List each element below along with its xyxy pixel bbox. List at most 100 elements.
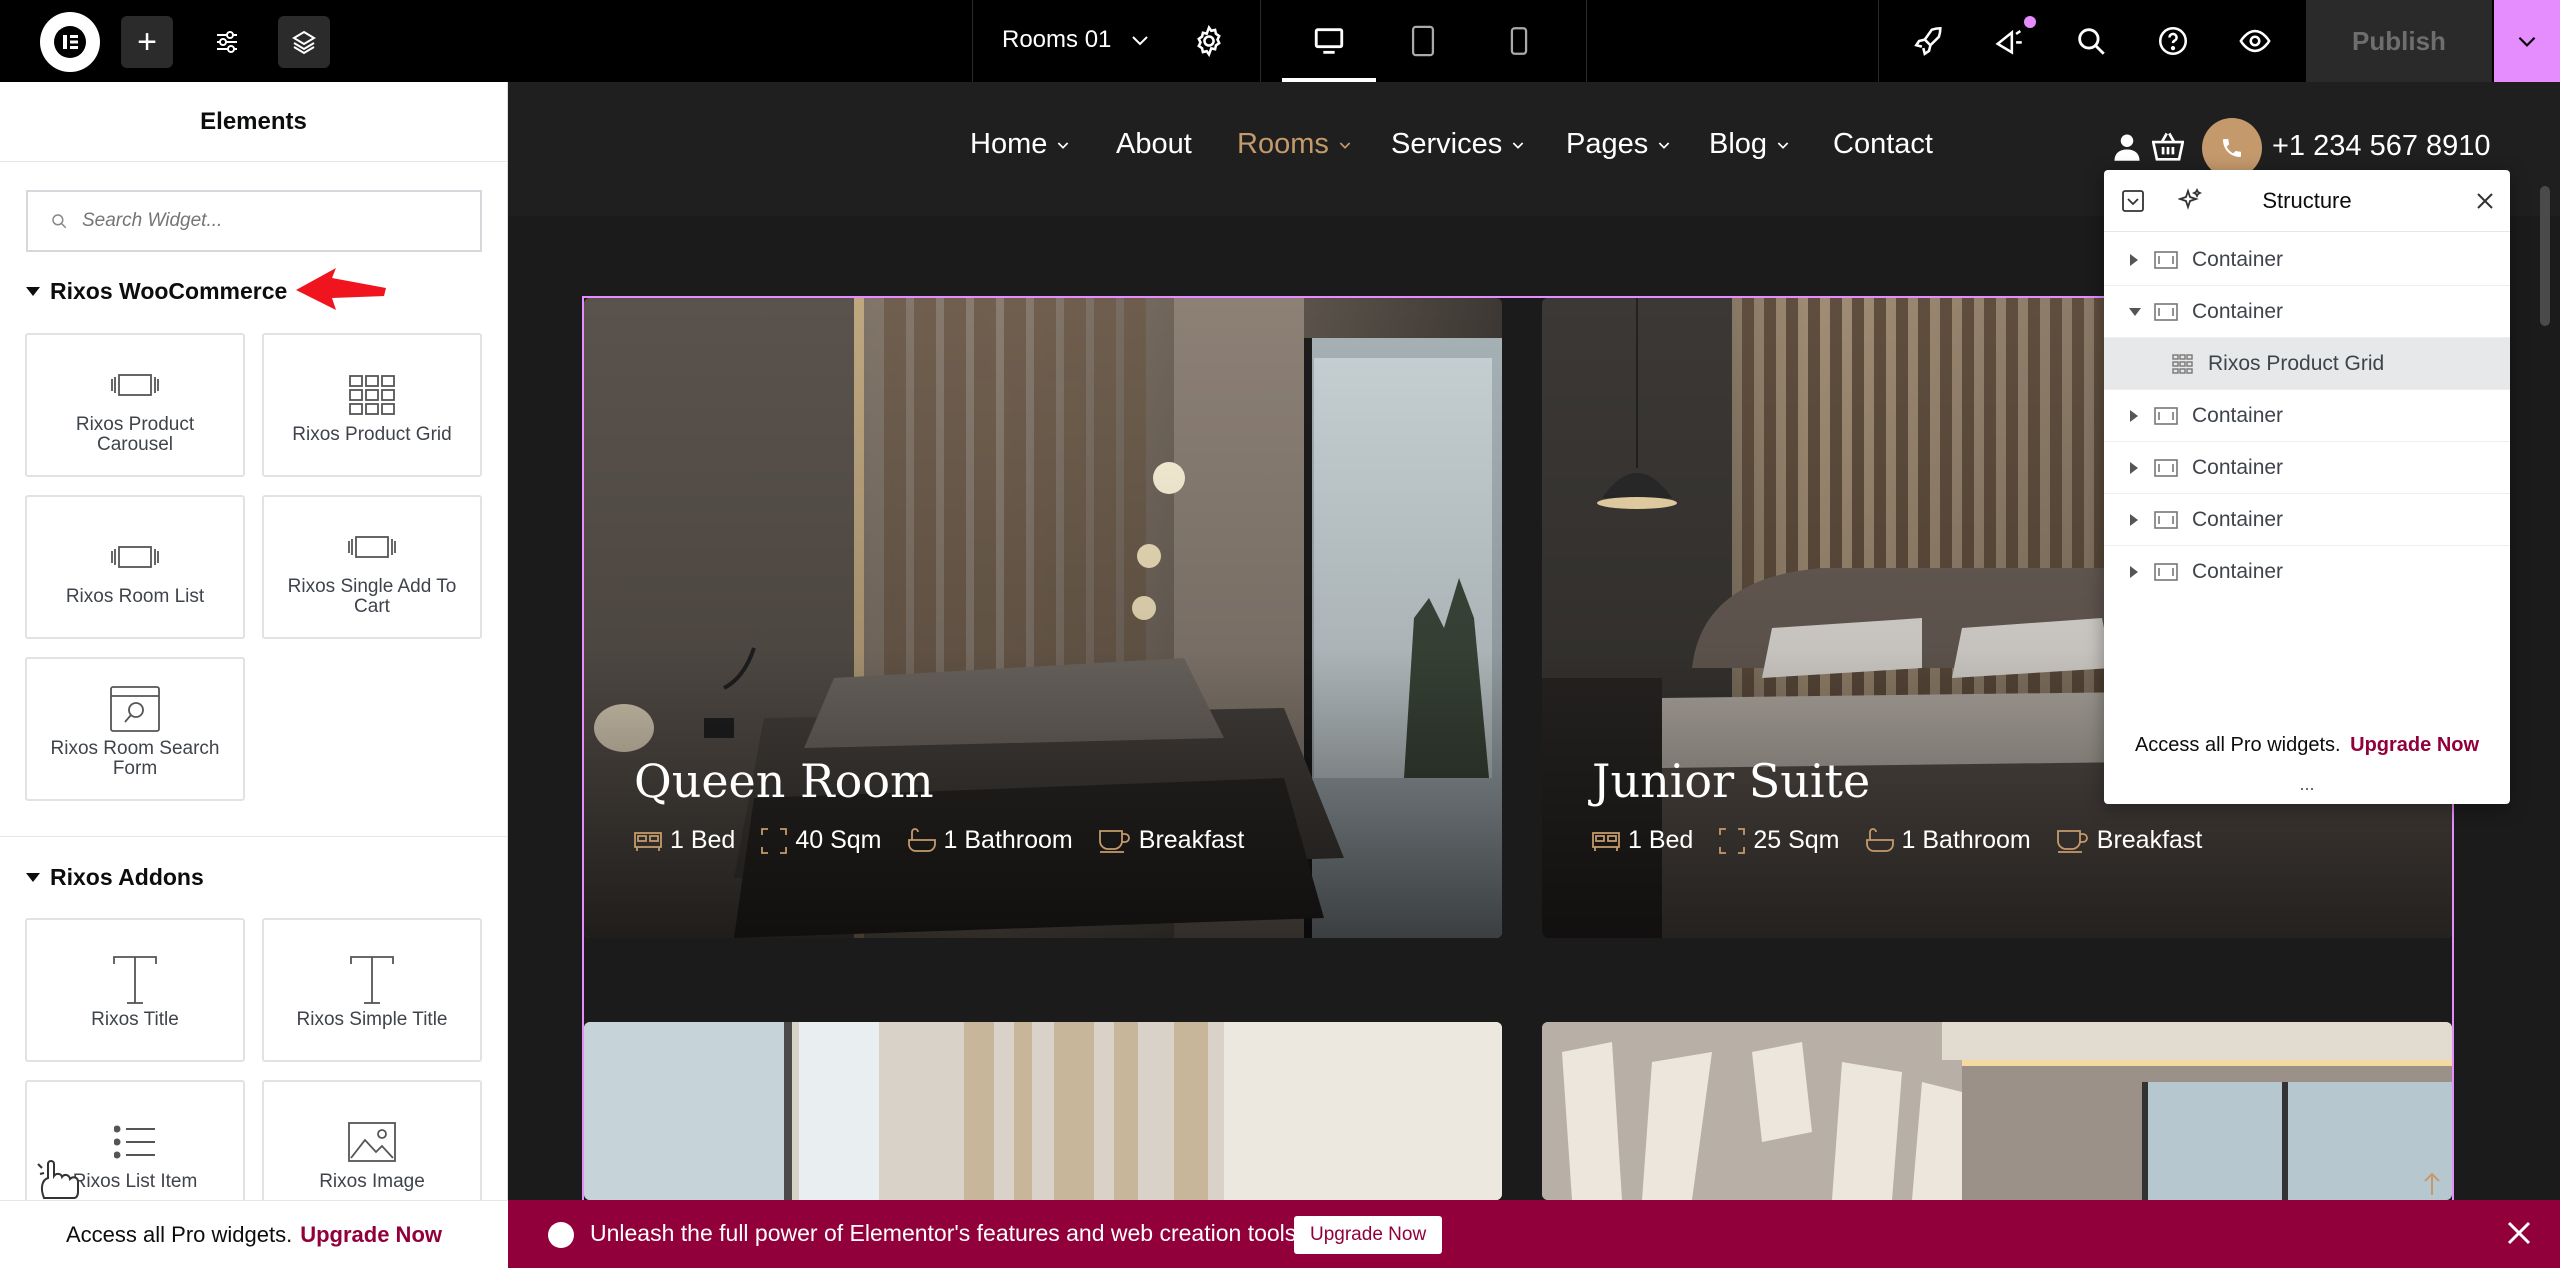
divider bbox=[1878, 0, 1879, 82]
whats-new-icon[interactable] bbox=[1992, 24, 2026, 58]
bathtub-icon bbox=[907, 827, 936, 852]
chevron-down-icon bbox=[1777, 142, 1789, 149]
structure-button[interactable] bbox=[278, 16, 330, 68]
room-card-queen[interactable]: Queen Room 1 Bed 40 Sqm 1 Bathroom Break… bbox=[584, 298, 1502, 938]
room-card-3[interactable] bbox=[584, 1022, 1502, 1200]
structure-row-label: Container bbox=[2192, 455, 2284, 479]
preview-eye-icon[interactable] bbox=[2238, 24, 2272, 58]
room-bed: 1 Bed bbox=[1628, 826, 1694, 854]
gear-icon[interactable] bbox=[1192, 24, 1226, 58]
structure-row-container[interactable]: Container bbox=[2104, 442, 2510, 494]
size-icon bbox=[761, 827, 788, 854]
widget-label: Rixos Image bbox=[319, 1171, 425, 1192]
structure-row-container[interactable]: Container bbox=[2104, 234, 2510, 286]
caret-right-icon[interactable] bbox=[2128, 409, 2140, 423]
room-title[interactable]: Queen Room bbox=[634, 754, 934, 808]
divider bbox=[1586, 0, 1587, 82]
cart-icon[interactable] bbox=[2152, 132, 2184, 162]
widget-rixos-product-carousel[interactable]: Rixos Product Carousel bbox=[25, 333, 245, 477]
nav-item-contact[interactable]: Contact bbox=[1833, 128, 1933, 161]
upgrade-now-link[interactable]: Upgrade Now bbox=[2350, 734, 2479, 756]
close-icon[interactable] bbox=[2504, 1218, 2534, 1248]
category-rixos-addons[interactable]: Rixos Addons bbox=[26, 864, 204, 891]
bed-icon bbox=[1592, 831, 1620, 851]
help-icon[interactable] bbox=[2156, 24, 2190, 58]
caret-right-icon[interactable] bbox=[2128, 461, 2140, 475]
widget-search[interactable] bbox=[26, 190, 482, 252]
search-icon[interactable] bbox=[2074, 24, 2108, 58]
publish-button[interactable]: Publish bbox=[2306, 0, 2492, 82]
structure-row-container[interactable]: Container bbox=[2104, 286, 2510, 338]
chevron-down-icon[interactable] bbox=[1128, 28, 1152, 52]
scrollbar-thumb[interactable] bbox=[2540, 186, 2550, 326]
category-label: Rixos WooCommerce bbox=[50, 278, 288, 304]
publish-options-button[interactable] bbox=[2494, 0, 2560, 82]
search-form-icon bbox=[110, 686, 160, 732]
caret-right-icon[interactable] bbox=[2128, 513, 2140, 527]
size-icon bbox=[1719, 827, 1746, 854]
notification-dot bbox=[2024, 16, 2036, 28]
hand-pointer-icon bbox=[37, 1160, 79, 1199]
widget-rixos-single-add-to-cart[interactable]: Rixos Single Add To Cart bbox=[262, 495, 482, 639]
resize-handle[interactable]: ... bbox=[2104, 774, 2510, 795]
widget-rixos-simple-title[interactable]: Rixos Simple Title bbox=[262, 918, 482, 1062]
coffee-cup-icon bbox=[1098, 829, 1130, 853]
close-icon[interactable] bbox=[2476, 192, 2494, 210]
widget-rixos-title[interactable]: Rixos Title bbox=[25, 918, 245, 1062]
caret-right-icon[interactable] bbox=[2128, 253, 2140, 267]
divider bbox=[1260, 0, 1261, 82]
mobile-icon[interactable] bbox=[1502, 24, 1536, 58]
scroll-top-icon[interactable] bbox=[2422, 1172, 2442, 1196]
widget-label: Rixos Room List bbox=[65, 586, 205, 607]
widget-rixos-product-grid[interactable]: Rixos Product Grid bbox=[262, 333, 482, 477]
title-icon bbox=[113, 956, 157, 1004]
nav-item-services[interactable]: Services bbox=[1391, 128, 1526, 161]
structure-header: Structure bbox=[2104, 170, 2510, 232]
search-icon bbox=[52, 214, 67, 229]
image-icon bbox=[348, 1122, 396, 1162]
site-settings-button[interactable] bbox=[201, 16, 253, 68]
structure-row-rixos-product-grid[interactable]: Rixos Product Grid bbox=[2104, 338, 2510, 390]
widget-rixos-room-search-form[interactable]: Rixos Room Search Form bbox=[25, 657, 245, 801]
desktop-icon[interactable] bbox=[1312, 24, 1346, 58]
caret-right-icon[interactable] bbox=[2128, 565, 2140, 579]
elementor-logo-icon[interactable] bbox=[40, 12, 100, 72]
room-bath: 1 Bathroom bbox=[943, 826, 1073, 854]
structure-row-label: Container bbox=[2192, 403, 2284, 427]
structure-row-container[interactable]: Container bbox=[2104, 390, 2510, 442]
phone-button[interactable] bbox=[2202, 118, 2262, 178]
document-title[interactable]: Rooms 01 bbox=[1002, 26, 1111, 54]
user-icon[interactable] bbox=[2112, 132, 2142, 162]
structure-row-container[interactable]: Container bbox=[2104, 546, 2510, 598]
tablet-icon[interactable] bbox=[1406, 24, 1440, 58]
structure-row-label: Container bbox=[2192, 247, 2284, 271]
structure-row-container[interactable]: Container bbox=[2104, 494, 2510, 546]
nav-item-home[interactable]: Home bbox=[970, 128, 1071, 161]
room-title[interactable]: Junior Suite bbox=[1592, 754, 1870, 808]
container-icon bbox=[2154, 302, 2178, 321]
widget-rixos-image[interactable]: Rixos Image bbox=[262, 1080, 482, 1200]
widget-label: Rixos Room Search Form bbox=[50, 738, 220, 779]
nav-item-blog[interactable]: Blog bbox=[1709, 128, 1791, 161]
room-card-4[interactable] bbox=[1542, 1022, 2452, 1200]
structure-pro-footer: Access all Pro widgets. Upgrade Now bbox=[2104, 734, 2510, 757]
structure-row-label: Container bbox=[2192, 299, 2284, 323]
nav-item-about[interactable]: About bbox=[1116, 128, 1192, 161]
category-label: Rixos Addons bbox=[50, 864, 204, 890]
nav-item-rooms[interactable]: Rooms bbox=[1237, 128, 1353, 161]
elementor-logo-icon bbox=[548, 1222, 574, 1248]
promo-text: Unleash the full power of Elementor's fe… bbox=[590, 1220, 1303, 1246]
category-rixos-woocommerce[interactable]: Rixos WooCommerce bbox=[26, 278, 287, 305]
nav-item-pages[interactable]: Pages bbox=[1566, 128, 1672, 161]
rocket-icon[interactable] bbox=[1912, 24, 1946, 58]
caret-down-icon[interactable] bbox=[2128, 306, 2142, 318]
upgrade-now-button[interactable]: Upgrade Now bbox=[1294, 1216, 1443, 1254]
container-icon bbox=[2154, 510, 2178, 529]
grid-icon bbox=[349, 375, 395, 415]
upgrade-now-link[interactable]: Upgrade Now bbox=[300, 1222, 442, 1248]
phone-number[interactable]: +1 234 567 8910 bbox=[2272, 130, 2491, 163]
search-input[interactable] bbox=[82, 210, 462, 232]
add-element-button[interactable]: + bbox=[121, 16, 173, 68]
carousel-icon bbox=[348, 536, 396, 558]
widget-rixos-room-list[interactable]: Rixos Room List bbox=[25, 495, 245, 639]
